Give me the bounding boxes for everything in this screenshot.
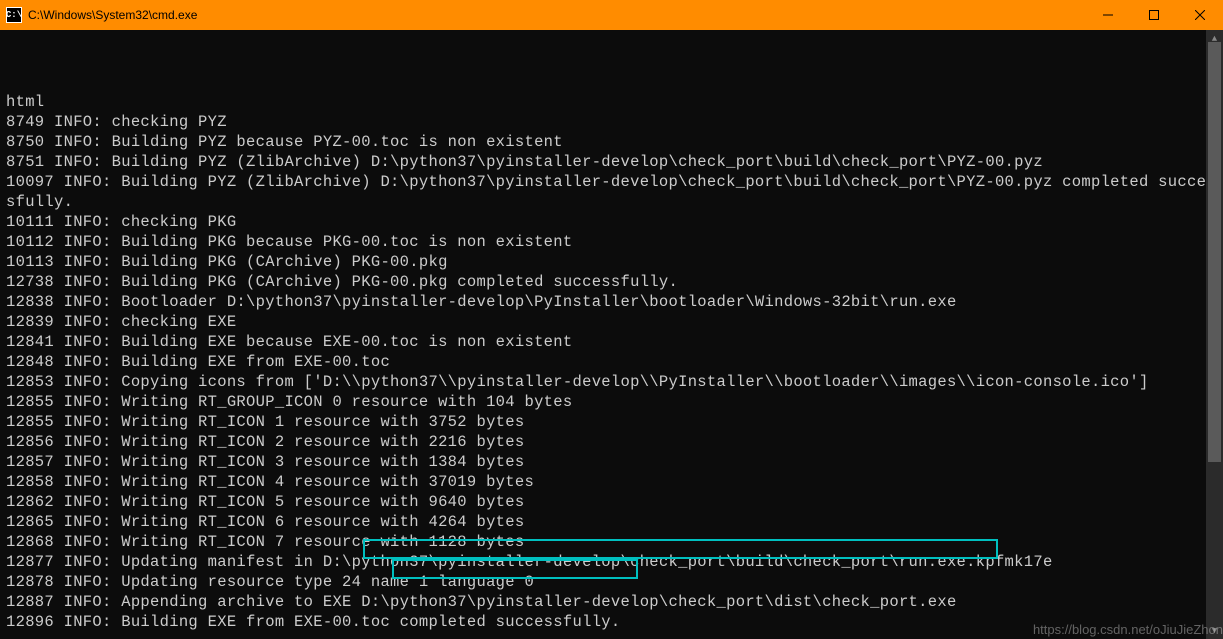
- maximize-icon: [1149, 10, 1159, 20]
- terminal-line: 12858 INFO: Writing RT_ICON 4 resource w…: [6, 472, 1217, 492]
- cmd-icon: C:\: [6, 7, 22, 23]
- window-title: C:\Windows\System32\cmd.exe: [28, 8, 1085, 22]
- terminal-line: 12856 INFO: Writing RT_ICON 2 resource w…: [6, 432, 1217, 452]
- close-button[interactable]: [1177, 0, 1223, 30]
- window-controls: [1085, 0, 1223, 30]
- terminal-line: 8750 INFO: Building PYZ because PYZ-00.t…: [6, 132, 1217, 152]
- terminal-line: 12887 INFO: Appending archive to EXE D:\…: [6, 592, 1217, 612]
- close-icon: [1195, 10, 1205, 20]
- terminal-output[interactable]: html8749 INFO: checking PYZ8750 INFO: Bu…: [0, 30, 1223, 639]
- terminal-line: 12853 INFO: Copying icons from ['D:\\pyt…: [6, 372, 1217, 392]
- minimize-icon: [1103, 10, 1113, 20]
- terminal-line: 12862 INFO: Writing RT_ICON 5 resource w…: [6, 492, 1217, 512]
- terminal-line: 12841 INFO: Building EXE because EXE-00.…: [6, 332, 1217, 352]
- terminal-line: 10097 INFO: Building PYZ (ZlibArchive) D…: [6, 172, 1217, 212]
- terminal-line: 12855 INFO: Writing RT_ICON 1 resource w…: [6, 412, 1217, 432]
- terminal-line: 8749 INFO: checking PYZ: [6, 112, 1217, 132]
- terminal-line: 12868 INFO: Writing RT_ICON 7 resource w…: [6, 532, 1217, 552]
- terminal-line: 12877 INFO: Updating manifest in D:\pyth…: [6, 552, 1217, 572]
- titlebar[interactable]: C:\ C:\Windows\System32\cmd.exe: [0, 0, 1223, 30]
- terminal-line: 12878 INFO: Updating resource type 24 na…: [6, 572, 1217, 592]
- terminal-line: 10111 INFO: checking PKG: [6, 212, 1217, 232]
- terminal-line: 12839 INFO: checking EXE: [6, 312, 1217, 332]
- minimize-button[interactable]: [1085, 0, 1131, 30]
- maximize-button[interactable]: [1131, 0, 1177, 30]
- scrollbar-track[interactable]: ▲ ▼: [1206, 30, 1223, 639]
- terminal-line: 10112 INFO: Building PKG because PKG-00.…: [6, 232, 1217, 252]
- terminal-line: 12857 INFO: Writing RT_ICON 3 resource w…: [6, 452, 1217, 472]
- terminal-line: 12865 INFO: Writing RT_ICON 6 resource w…: [6, 512, 1217, 532]
- terminal-line: 12848 INFO: Building EXE from EXE-00.toc: [6, 352, 1217, 372]
- terminal-line: 12738 INFO: Building PKG (CArchive) PKG-…: [6, 272, 1217, 292]
- terminal-line: 12855 INFO: Writing RT_GROUP_ICON 0 reso…: [6, 392, 1217, 412]
- watermark-text: https://blog.csdn.net/oJiuJieZhon: [1033, 622, 1223, 637]
- terminal-line: 8751 INFO: Building PYZ (ZlibArchive) D:…: [6, 152, 1217, 172]
- terminal-line: html: [6, 92, 1217, 112]
- terminal-line: 12838 INFO: Bootloader D:\python37\pyins…: [6, 292, 1217, 312]
- cmd-window: C:\ C:\Windows\System32\cmd.exe html8749…: [0, 0, 1223, 639]
- terminal-line: 10113 INFO: Building PKG (CArchive) PKG-…: [6, 252, 1217, 272]
- vertical-scrollbar[interactable]: ▲ ▼: [1206, 30, 1223, 639]
- scrollbar-thumb[interactable]: [1208, 42, 1221, 462]
